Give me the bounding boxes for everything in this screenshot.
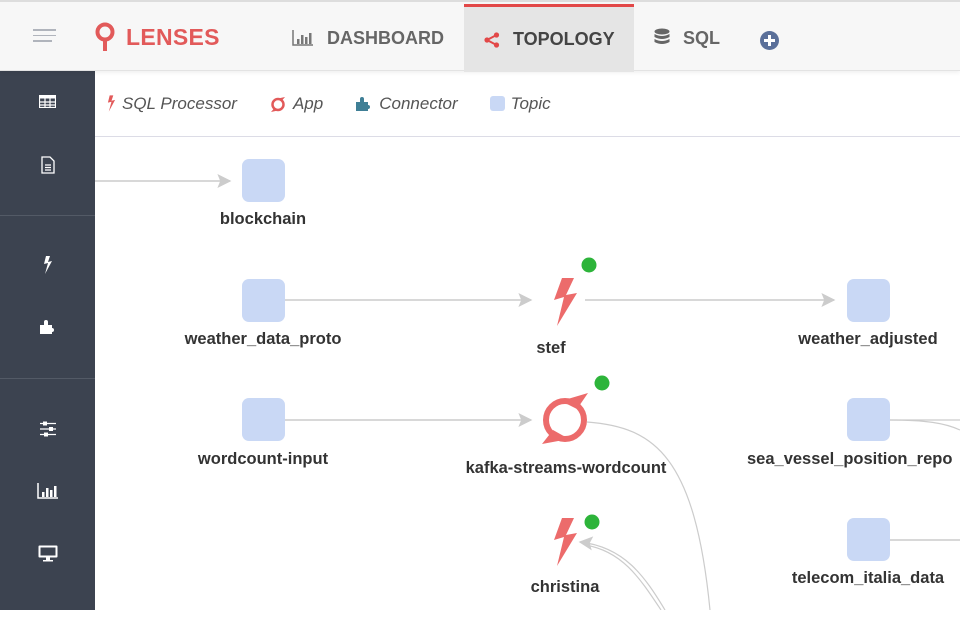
- sidebar-item-monitor[interactable]: [0, 533, 95, 573]
- bolt-icon: [107, 95, 116, 112]
- sidebar-item-documents[interactable]: [0, 145, 95, 185]
- sidebar-item-more[interactable]: [0, 599, 95, 639]
- legend-label: SQL Processor: [122, 93, 237, 113]
- tab-dashboard[interactable]: DASHBOARD: [292, 4, 444, 72]
- topic-node-weather-data-proto[interactable]: [242, 279, 285, 322]
- tab-topology[interactable]: TOPOLOGY: [464, 4, 634, 72]
- edge-into-christina: [578, 536, 666, 610]
- node-label-kafka-streams-wordcount: kafka-streams-wordcount: [465, 459, 667, 477]
- status-indicator-christina: [584, 514, 600, 530]
- topology-graph: [95, 159, 960, 610]
- sidebar-divider: [0, 378, 95, 379]
- app-node-kafka-streams-wordcount[interactable]: [542, 393, 588, 444]
- bolt-icon: [554, 278, 577, 326]
- database-icon: [654, 28, 670, 48]
- document-icon: [40, 156, 55, 174]
- legend-item-connector[interactable]: Connector: [355, 93, 458, 114]
- processor-node-christina[interactable]: [554, 518, 577, 566]
- tab-sql-label: SQL: [683, 27, 721, 48]
- sidebar-item-processors[interactable]: [0, 245, 95, 285]
- monitor-icon: [38, 545, 57, 561]
- sidebar: [0, 71, 95, 628]
- menu-toggle-button[interactable]: [33, 29, 56, 45]
- lens-logo-icon: [95, 22, 115, 51]
- puzzle-icon: [355, 96, 373, 112]
- topology-canvas[interactable]: blockchain weather_data_proto stef weath…: [95, 137, 960, 610]
- topic-node-blockchain[interactable]: [242, 159, 285, 202]
- add-tab-button[interactable]: [760, 31, 779, 50]
- sidebar-item-connectors[interactable]: [0, 307, 95, 347]
- share-icon: [484, 31, 500, 48]
- sidebar-item-metrics[interactable]: [0, 471, 95, 511]
- puzzle-icon: [39, 320, 54, 334]
- node-label-christina: christina: [530, 578, 600, 596]
- node-label-stef: stef: [536, 339, 566, 357]
- node-label-weather-adjusted: weather_adjusted: [798, 330, 938, 348]
- edge-app-out: [586, 421, 711, 610]
- topic-node-wordcount-input[interactable]: [242, 398, 285, 441]
- node-label-telecom-italia: telecom_italia_data: [791, 569, 945, 587]
- bar-chart-icon: [292, 30, 314, 46]
- legend-label: Connector: [379, 93, 458, 113]
- legend-item-sql-processor[interactable]: SQL Processor: [107, 94, 237, 114]
- topic-node-weather-adjusted[interactable]: [847, 279, 890, 322]
- top-bar: LENSES DASHBOARD TOPOLOGY SQL: [0, 0, 960, 72]
- square-icon: [489, 96, 505, 111]
- app-ring-icon: [269, 95, 287, 113]
- processor-node-stef[interactable]: [554, 278, 577, 326]
- menu-icon: [33, 29, 56, 31]
- bolt-icon: [554, 518, 577, 566]
- edge-sea-vessel-out: [889, 419, 960, 431]
- table-icon: [39, 94, 56, 108]
- sidebar-divider: [0, 215, 95, 216]
- bar-chart-icon: [36, 483, 58, 499]
- sidebar-item-tables[interactable]: [0, 81, 95, 121]
- node-label-sea-vessel: sea_vessel_position_repo: [747, 450, 953, 468]
- more-icon: [44, 624, 51, 628]
- tab-topology-label: TOPOLOGY: [513, 29, 615, 49]
- node-label-weather-data-proto: weather_data_proto: [184, 330, 342, 348]
- brand-logo[interactable]: LENSES: [94, 22, 220, 52]
- legend-label: Topic: [510, 93, 551, 113]
- sidebar-item-settings[interactable]: [0, 409, 95, 449]
- topology-legend: SQL Processor App Connector Topic: [95, 71, 960, 137]
- sliders-icon: [39, 421, 56, 437]
- tab-dashboard-label: DASHBOARD: [327, 27, 444, 48]
- legend-item-topic[interactable]: Topic: [489, 93, 551, 114]
- node-label-wordcount-input: wordcount-input: [197, 450, 329, 468]
- node-label-blockchain: blockchain: [219, 210, 307, 228]
- tab-sql[interactable]: SQL: [654, 4, 720, 72]
- bolt-icon: [43, 256, 52, 274]
- status-indicator-kafka-streams-wordcount: [594, 375, 610, 391]
- legend-label: App: [292, 93, 324, 113]
- brand-name: LENSES: [126, 23, 220, 50]
- legend-item-app[interactable]: App: [269, 94, 323, 114]
- topic-node-telecom-italia[interactable]: [847, 518, 890, 561]
- topic-node-sea-vessel[interactable]: [847, 398, 890, 441]
- status-indicator-stef: [581, 257, 597, 273]
